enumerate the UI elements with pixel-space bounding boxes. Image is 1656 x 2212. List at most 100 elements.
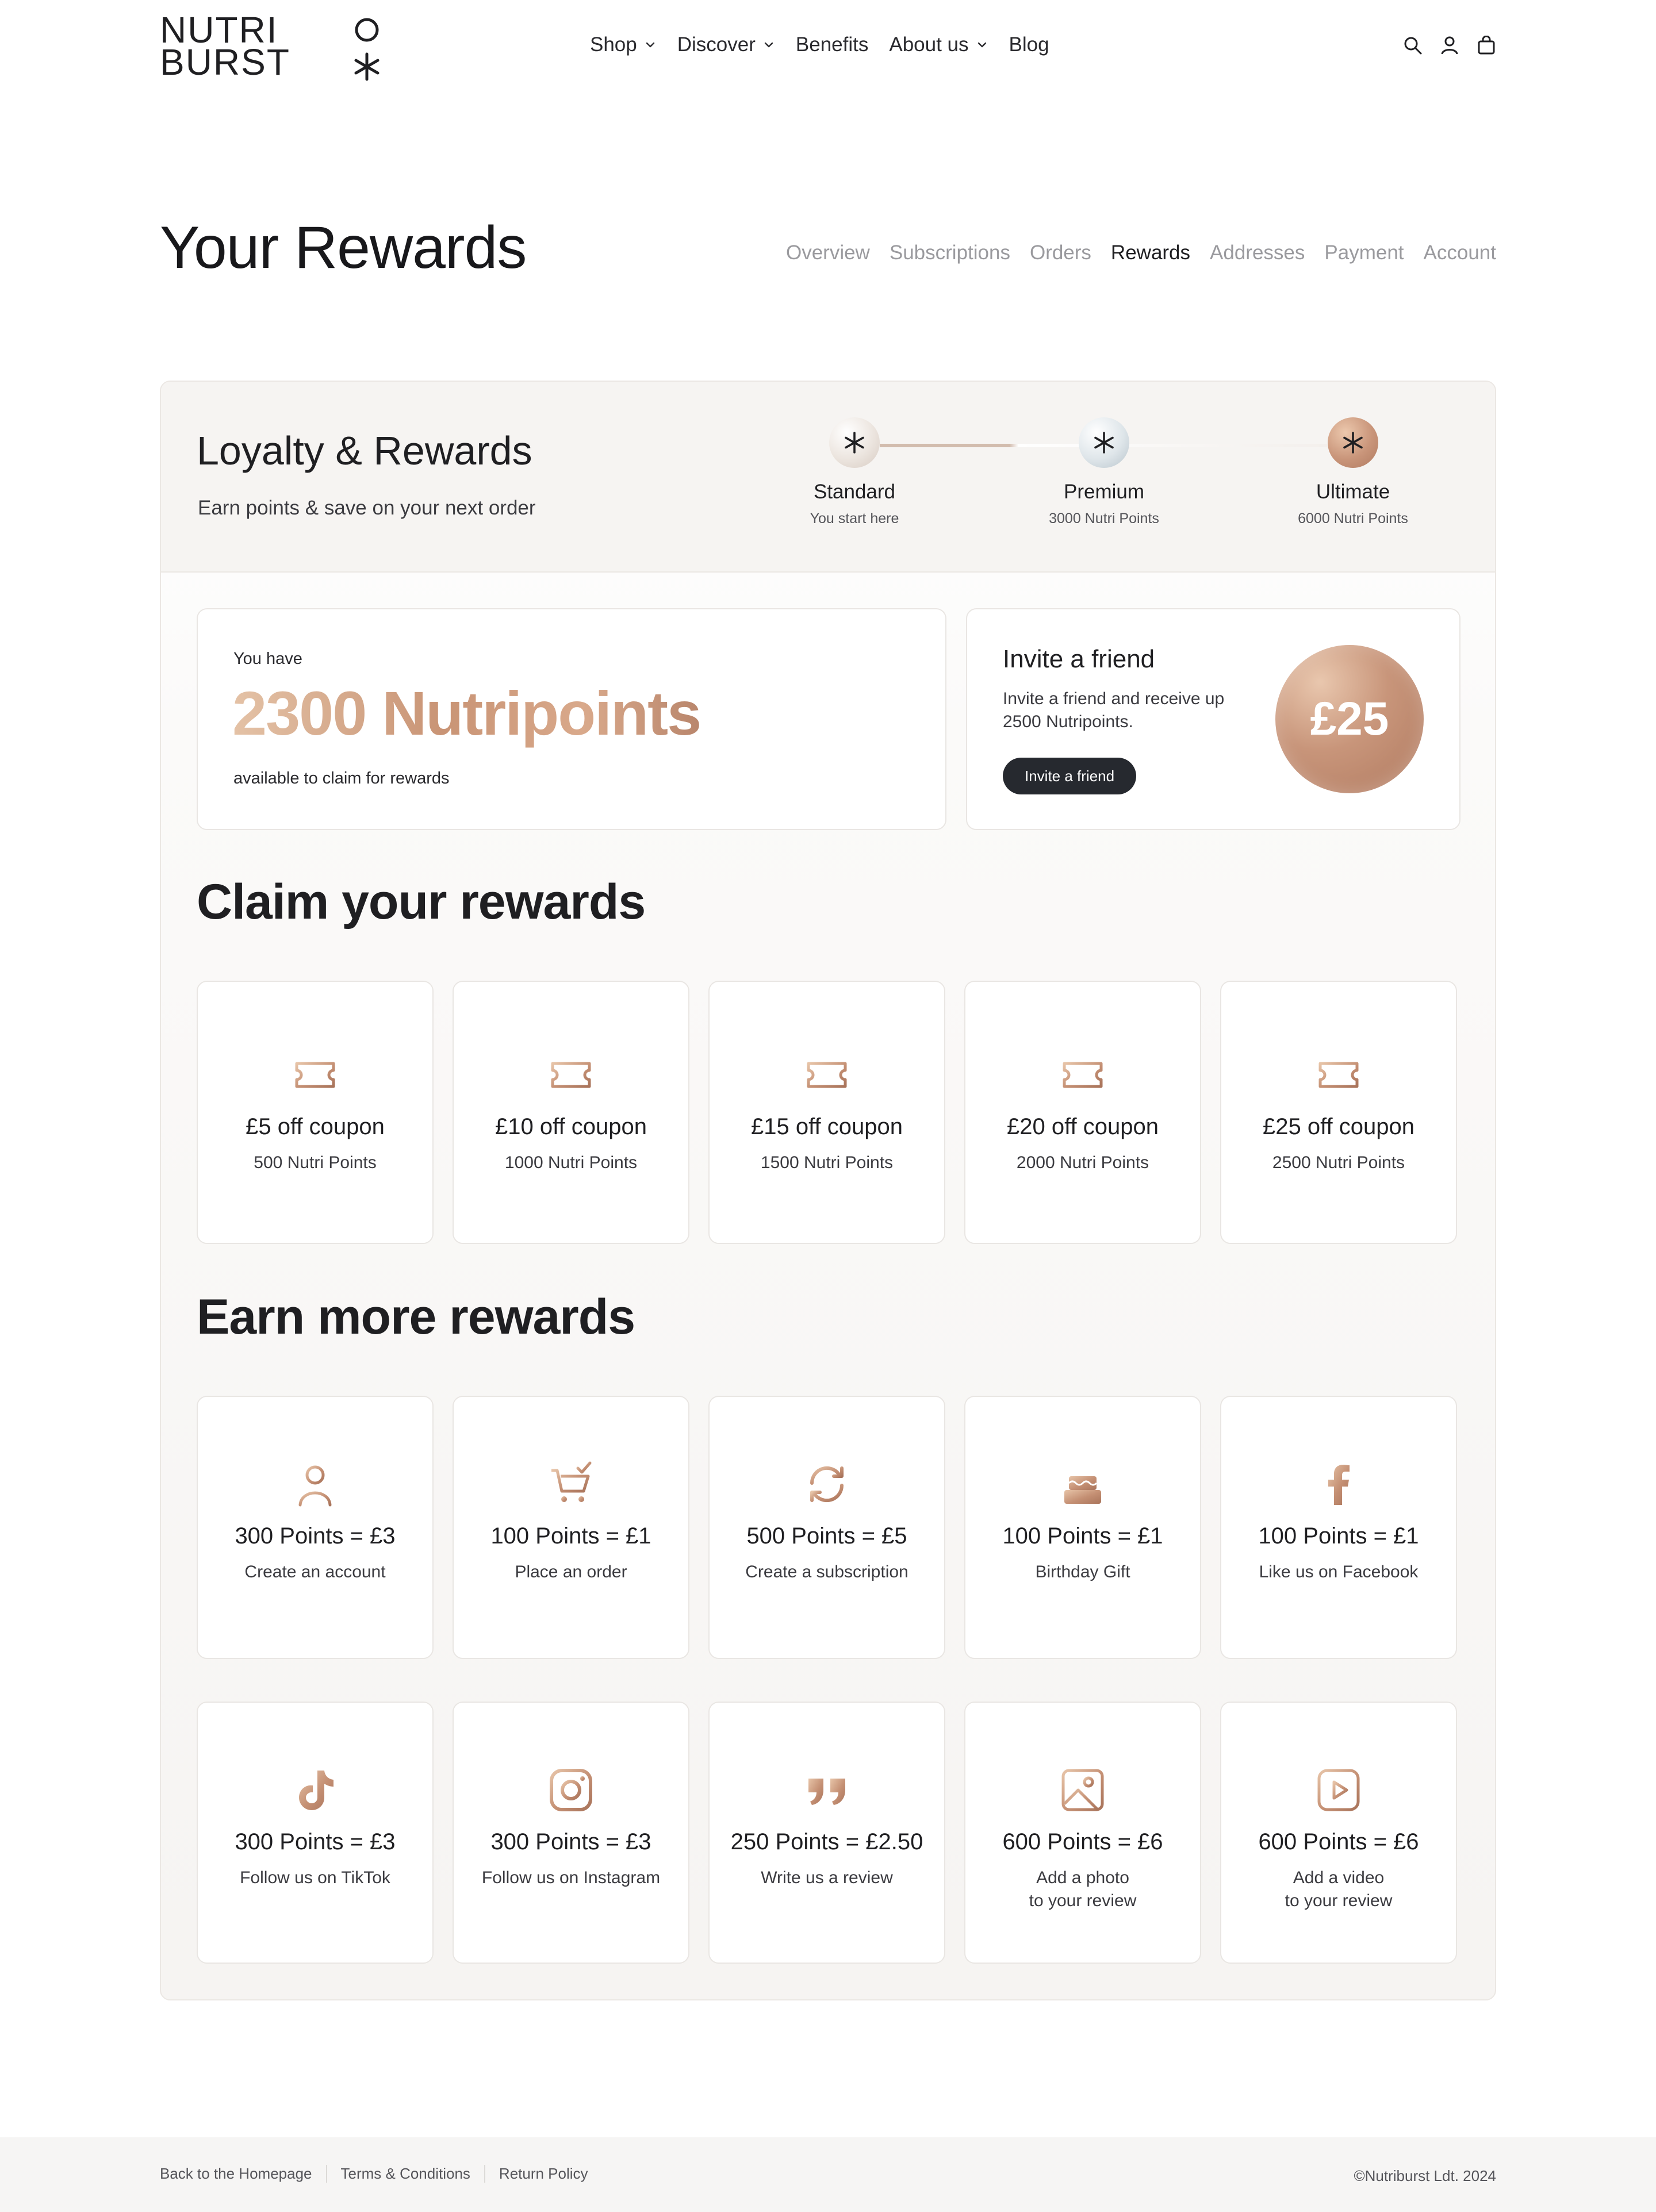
- reward-title: 300 Points = £3: [235, 1829, 396, 1854]
- reward-title: 100 Points = £1: [490, 1523, 651, 1549]
- brand-line-2: BURST: [160, 41, 290, 83]
- tab-rewards[interactable]: Rewards: [1111, 241, 1190, 264]
- earn-card[interactable]: 250 Points = £2.50 Write us a review: [708, 1702, 945, 1964]
- footer-links: Back to the Homepage Terms & Conditions Re…: [160, 2165, 602, 2183]
- asterisk-icon: [1343, 432, 1363, 454]
- reward-caption: Add a photo to your review: [1029, 1868, 1137, 1910]
- earn-card[interactable]: 300 Points = £3 Create an account: [197, 1396, 434, 1659]
- earn-rewards-title: Earn more rewards: [197, 1289, 635, 1345]
- cake-icon: [1059, 1460, 1107, 1508]
- reward-caption: Birthday Gift: [1035, 1562, 1130, 1581]
- ticket-icon: [291, 1051, 339, 1099]
- reward-title: 100 Points = £1: [1002, 1523, 1163, 1549]
- tier-name: Standard: [813, 481, 896, 503]
- earn-card[interactable]: 600 Points = £6 Add a photo to your revie…: [964, 1702, 1201, 1964]
- header-actions: [1403, 35, 1496, 55]
- brand-logo[interactable]: NUTRI BURST: [160, 11, 384, 83]
- tab-addresses[interactable]: Addresses: [1210, 241, 1305, 264]
- video-icon: [1314, 1766, 1363, 1814]
- reward-title: £20 off coupon: [1007, 1114, 1159, 1139]
- search-icon[interactable]: [1403, 36, 1423, 55]
- tab-subscriptions[interactable]: Subscriptions: [890, 241, 1010, 264]
- tab-orders[interactable]: Orders: [1030, 241, 1091, 264]
- reward-caption: 2000 Nutri Points: [1016, 1153, 1149, 1172]
- tier-requirement: 6000 Nutri Points: [1298, 510, 1408, 527]
- invite-reward-coin: £25: [1275, 645, 1424, 793]
- chevron-down-icon: [646, 42, 654, 48]
- earn-card[interactable]: 100 Points = £1 Birthday Gift: [964, 1396, 1201, 1659]
- page-title: Your Rewards: [160, 214, 527, 281]
- loyalty-header: Loyalty & Rewards Earn points & save on …: [161, 382, 1495, 573]
- reward-title: 300 Points = £3: [235, 1523, 396, 1549]
- tier-name: Premium: [1063, 481, 1145, 503]
- earn-card[interactable]: 300 Points = £3 Follow us on TikTok: [197, 1702, 434, 1964]
- nav-blog[interactable]: Blog: [1009, 33, 1049, 56]
- tiktok-icon: [291, 1766, 339, 1814]
- nav-label: Blog: [1009, 33, 1049, 56]
- brand-wordmark: NUTRI BURST: [160, 11, 290, 83]
- coupon-card[interactable]: £25 off coupon 2500 Nutri Points: [1220, 981, 1457, 1244]
- chevron-down-icon: [977, 42, 986, 48]
- photo-icon: [1059, 1766, 1107, 1814]
- coupon-card[interactable]: £10 off coupon 1000 Nutri Points: [453, 981, 689, 1244]
- points-card: You have 2300 Nutripoints available to c…: [197, 608, 946, 830]
- user-icon: [291, 1460, 339, 1508]
- tier-name: Ultimate: [1316, 481, 1390, 503]
- tab-payment[interactable]: Payment: [1324, 241, 1404, 264]
- reward-title: 600 Points = £6: [1002, 1829, 1163, 1854]
- tier-badge: [1079, 417, 1129, 468]
- reward-caption: Like us on Facebook: [1259, 1562, 1419, 1581]
- nav-label: Discover: [677, 33, 756, 56]
- account-tabs: Overview Subscriptions Orders Rewards Addres…: [786, 241, 1496, 264]
- reward-caption: Follow us on Instagram: [481, 1868, 661, 1887]
- asterisk-icon: [1094, 432, 1114, 454]
- site-header: NUTRI BURST Shop Discover Benefits About us…: [0, 0, 1656, 98]
- footer-link-terms-conditions[interactable]: Terms & Conditions: [325, 2165, 484, 2183]
- invite-friend-button[interactable]: Invite a friend: [1003, 758, 1137, 794]
- tier-badge: [829, 417, 880, 468]
- reward-title: 300 Points = £3: [490, 1829, 651, 1854]
- points-label: You have: [233, 650, 302, 668]
- tab-overview[interactable]: Overview: [786, 241, 870, 264]
- nav-discover[interactable]: Discover: [677, 33, 775, 56]
- nav-about-us[interactable]: About us: [889, 33, 988, 56]
- account-icon[interactable]: [1440, 36, 1459, 55]
- ticket-icon: [803, 1051, 851, 1099]
- ticket-icon: [547, 1051, 595, 1099]
- earn-card[interactable]: 100 Points = £1 Place an order: [453, 1396, 689, 1659]
- nav-label: Shop: [590, 33, 637, 56]
- coupon-card[interactable]: £20 off coupon 2000 Nutri Points: [964, 981, 1201, 1244]
- brand-mark-icon: [354, 18, 379, 81]
- tier-requirement: You start here: [810, 510, 899, 527]
- tab-account[interactable]: Account: [1424, 241, 1496, 264]
- nav-shop[interactable]: Shop: [590, 33, 657, 56]
- earn-card[interactable]: 300 Points = £3 Follow us on Instagram: [453, 1702, 689, 1964]
- earn-card[interactable]: 600 Points = £6 Add a video to your revie…: [1220, 1702, 1457, 1964]
- instagram-icon: [547, 1766, 595, 1814]
- main-nav: Shop Discover Benefits About us Blog: [590, 33, 1049, 56]
- footer-link-return-policy[interactable]: Return Policy: [484, 2165, 602, 2183]
- reward-title: £15 off coupon: [751, 1114, 903, 1139]
- invite-text: Invite a friend and receive up 2500 Nutr…: [1003, 689, 1225, 731]
- tier-badge: [1328, 417, 1378, 468]
- reward-caption: Write us a review: [761, 1868, 893, 1887]
- tier-ultimate: Ultimate 6000 Nutri Points: [1267, 417, 1439, 527]
- reward-title: 100 Points = £1: [1258, 1523, 1419, 1549]
- asterisk-icon: [845, 432, 864, 454]
- cart-icon[interactable]: [1477, 35, 1496, 55]
- nav-benefits[interactable]: Benefits: [796, 33, 868, 56]
- coupon-card[interactable]: £5 off coupon 500 Nutri Points: [197, 981, 434, 1244]
- invite-card: Invite a friend Invite a friend and rece…: [966, 608, 1460, 830]
- claim-rewards-title: Claim your rewards: [197, 874, 646, 930]
- earn-card[interactable]: 100 Points = £1 Like us on Facebook: [1220, 1396, 1457, 1659]
- points-caption: available to claim for rewards: [233, 769, 450, 788]
- ticket-icon: [1059, 1051, 1107, 1099]
- reward-title: £25 off coupon: [1263, 1114, 1414, 1139]
- footer-link-back-to-the-homepage[interactable]: Back to the Homepage: [160, 2165, 326, 2183]
- ticket-icon: [1314, 1051, 1363, 1099]
- coupon-card[interactable]: £15 off coupon 1500 Nutri Points: [708, 981, 945, 1244]
- points-value: 2300 Nutripoints: [232, 678, 702, 748]
- tier-premium: Premium 3000 Nutri Points: [1018, 417, 1190, 527]
- reward-caption: 1000 Nutri Points: [504, 1153, 638, 1172]
- earn-card[interactable]: 500 Points = £5 Create a subscription: [708, 1396, 945, 1659]
